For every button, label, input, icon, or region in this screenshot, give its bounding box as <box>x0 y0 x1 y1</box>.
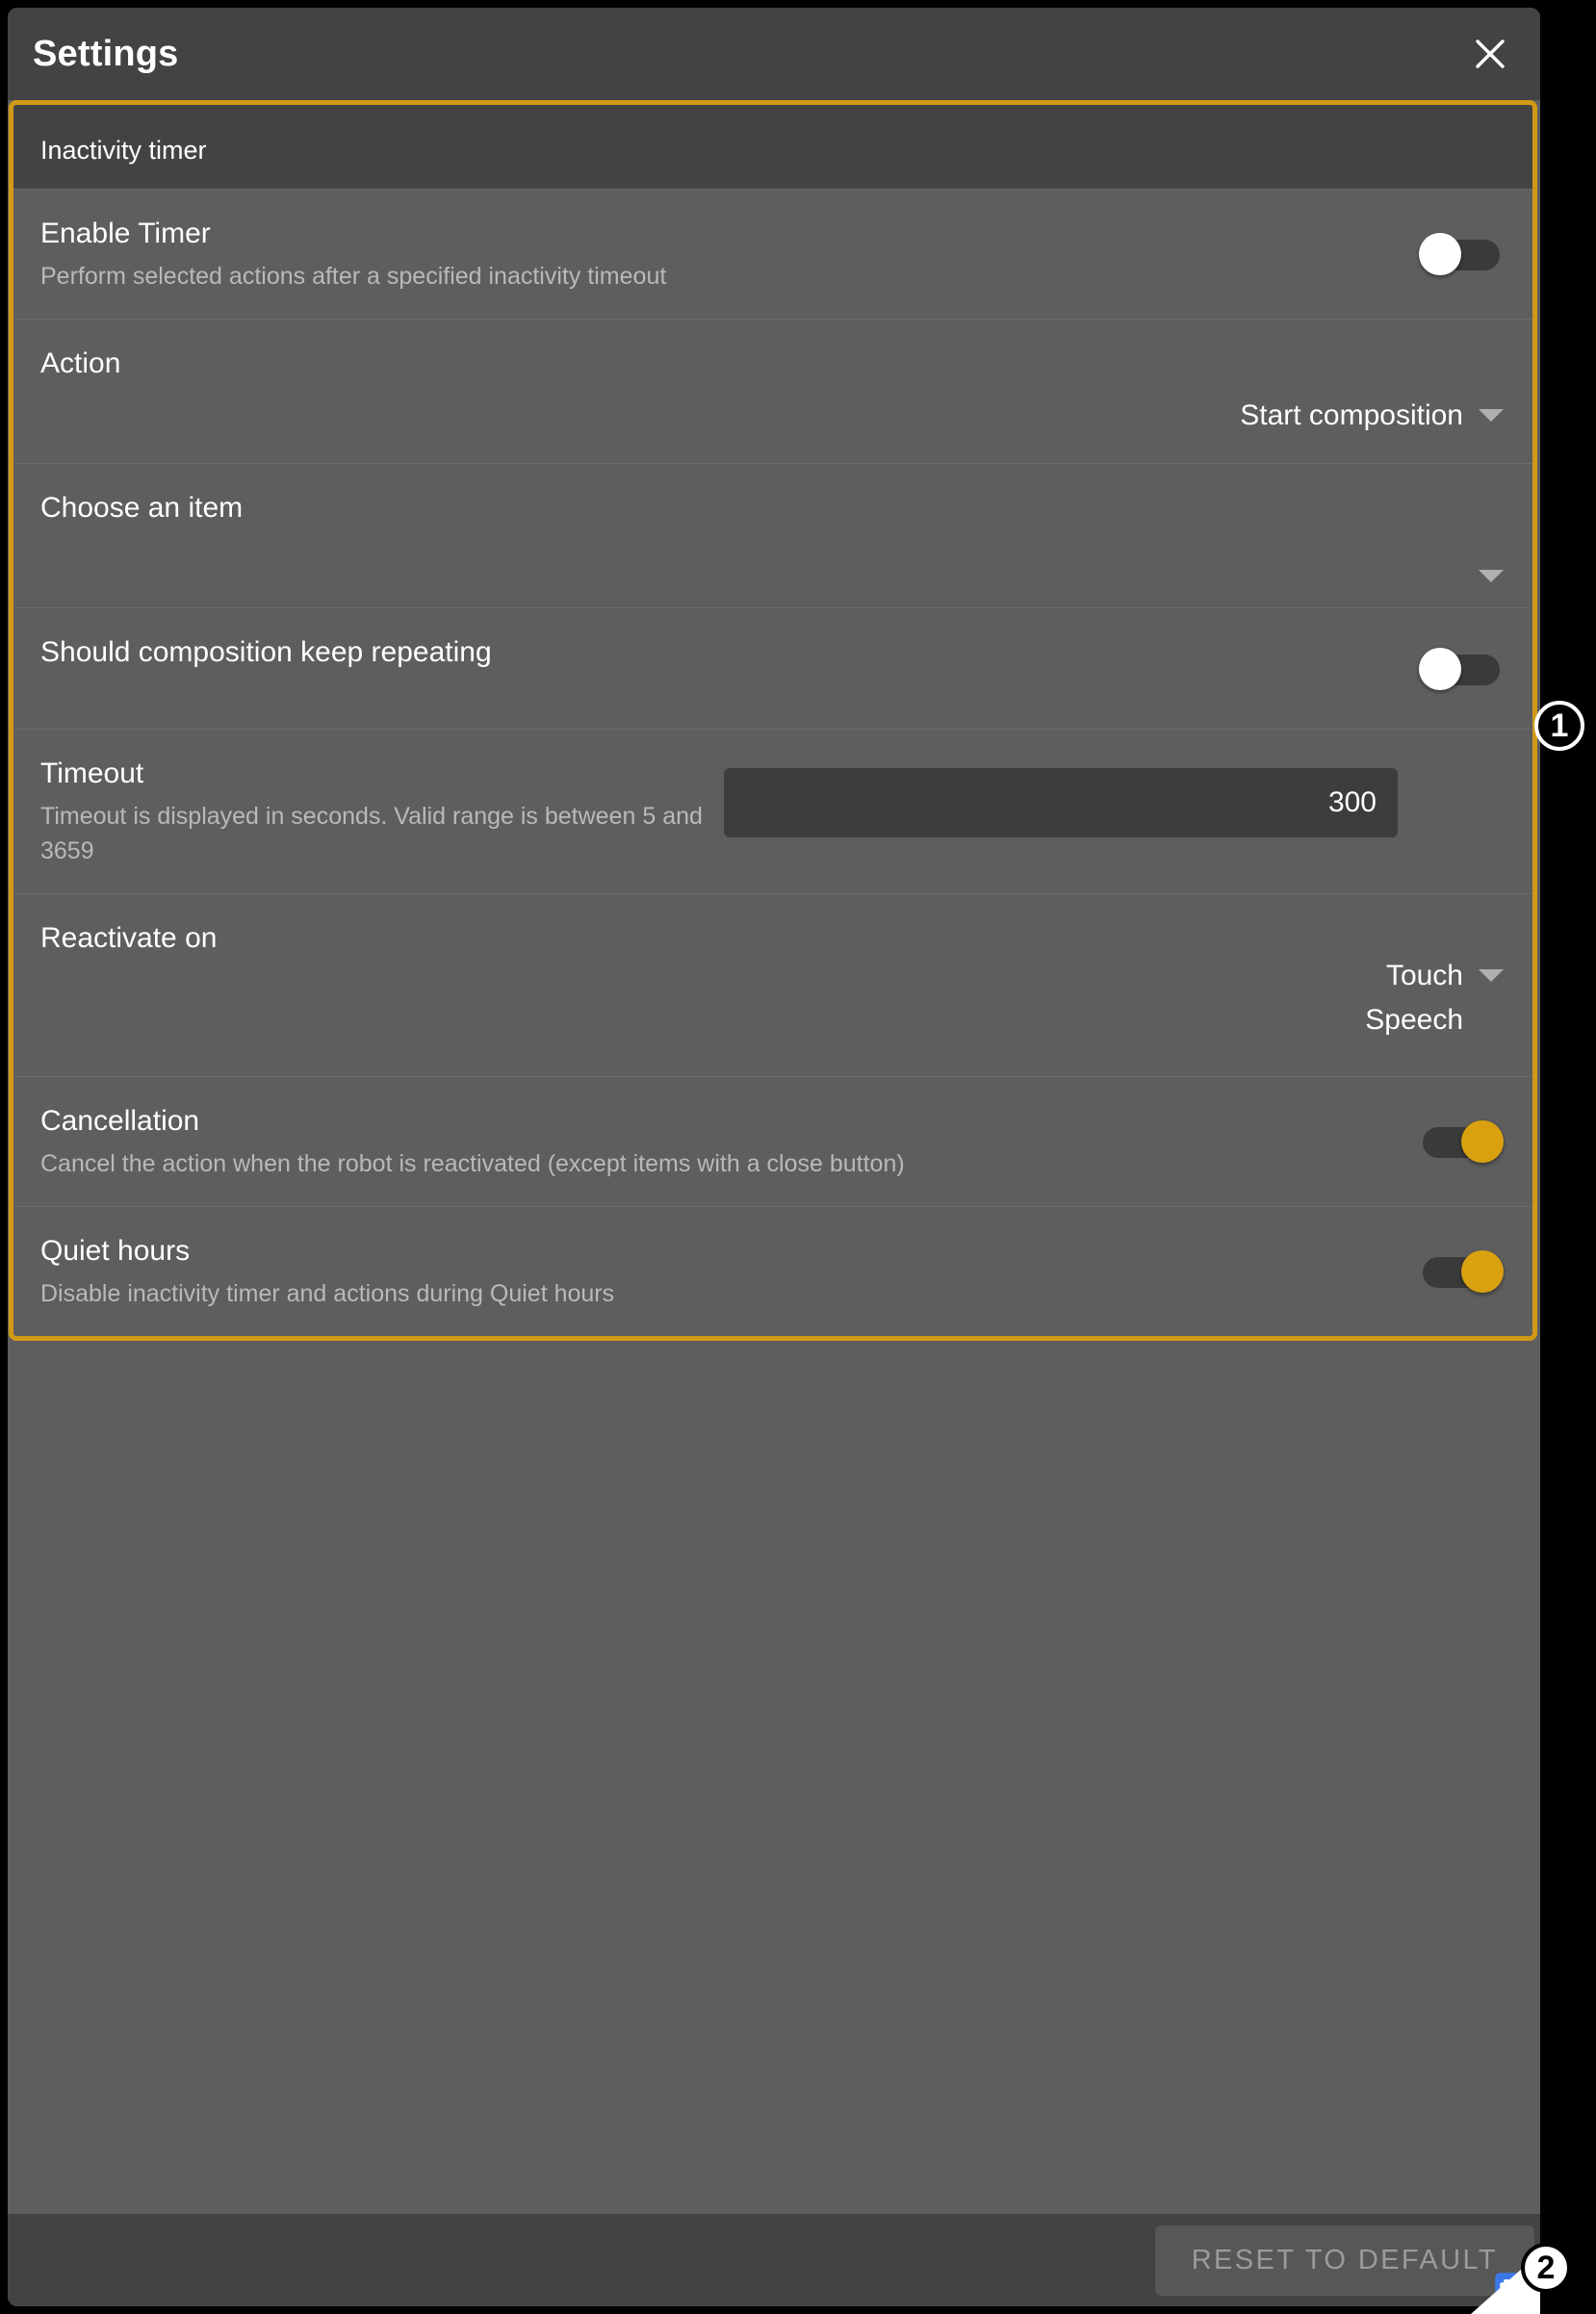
toggle-thumb <box>1461 1250 1504 1293</box>
row-control <box>1419 231 1504 277</box>
row-control: 300 <box>724 768 1398 837</box>
toggle-quiet-hours[interactable] <box>1419 1248 1504 1295</box>
setting-title: Action <box>40 347 121 379</box>
setting-subtitle: Disable inactivity timer and actions dur… <box>40 1280 615 1307</box>
row-texts: Quiet hours Disable inactivity timer and… <box>40 1232 1419 1311</box>
dialog-title-bar: Settings <box>8 8 1540 100</box>
setting-row-choose-an-item[interactable]: Choose an item <box>13 463 1532 607</box>
setting-subtitle: Timeout is displayed in seconds. Valid r… <box>40 803 703 864</box>
setting-row-should-composition-keep-repeating[interactable]: Should composition keep repeating <box>13 607 1532 729</box>
row-texts: Timeout Timeout is displayed in seconds.… <box>40 755 724 868</box>
setting-row-timeout[interactable]: Timeout Timeout is displayed in seconds.… <box>13 729 1532 893</box>
timeout-input[interactable]: 300 <box>724 768 1398 837</box>
dropdown-reactivate-on[interactable]: Touch Speech <box>1365 954 1504 1042</box>
dropdown-values: Touch Speech <box>1365 954 1463 1042</box>
settings-scroll-area[interactable]: Inactivity timer Enable Timer Perform se… <box>8 100 1540 2214</box>
row-control <box>1419 1248 1504 1295</box>
inactivity-timer-section: Inactivity timer Enable Timer Perform se… <box>9 100 1537 1341</box>
setting-title: Reactivate on <box>40 922 218 954</box>
chevron-down-icon <box>1479 409 1504 422</box>
close-icon[interactable] <box>1463 27 1517 81</box>
setting-row-reactivate-on[interactable]: Reactivate on Touch Speech <box>13 893 1532 1076</box>
annotation-marker-1: 1 <box>1534 701 1584 751</box>
setting-title: Cancellation <box>40 1105 200 1137</box>
chevron-down-icon <box>1479 570 1504 582</box>
dropdown-value-line-2: Speech <box>1365 1004 1463 1036</box>
setting-title: Enable Timer <box>40 218 211 249</box>
row-texts: Action <box>40 345 1240 383</box>
setting-title: Quiet hours <box>40 1235 191 1267</box>
toggle-cancellation[interactable] <box>1419 1118 1504 1165</box>
chevron-down-icon <box>1479 969 1504 982</box>
toggle-should-composition-keep-repeating[interactable] <box>1419 646 1504 692</box>
row-texts: Choose an item <box>40 489 1463 527</box>
setting-subtitle: Cancel the action when the robot is reac… <box>40 1150 905 1177</box>
settings-dialog: Settings Inactivity timer Enable Timer P… <box>8 8 1540 2306</box>
toggle-thumb <box>1419 647 1461 690</box>
toggle-thumb <box>1419 233 1461 275</box>
dropdown-choose-an-item[interactable] <box>1463 554 1504 582</box>
setting-title: Choose an item <box>40 492 244 524</box>
annotation-marker-2: 2 <box>1521 2243 1571 2293</box>
setting-row-action[interactable]: Action Start composition <box>13 319 1532 463</box>
page-title: Settings <box>33 33 179 74</box>
toggle-enable-timer[interactable] <box>1419 231 1504 277</box>
setting-title: Timeout <box>40 758 144 789</box>
row-texts: Enable Timer Perform selected actions af… <box>40 215 1419 294</box>
toggle-thumb <box>1461 1120 1504 1163</box>
section-header-inactivity-timer: Inactivity timer <box>13 105 1532 189</box>
row-control <box>1419 646 1504 692</box>
row-texts: Reactivate on <box>40 919 1365 958</box>
row-texts: Cancellation Cancel the action when the … <box>40 1102 1419 1181</box>
row-control <box>1463 554 1504 582</box>
dialog-footer: RESET TO DEFAULT <box>8 2214 1540 2306</box>
setting-subtitle: Perform selected actions after a specifi… <box>40 263 667 290</box>
dropdown-value: Start composition <box>1240 399 1463 431</box>
dropdown-action[interactable]: Start composition <box>1240 394 1504 438</box>
setting-row-quiet-hours[interactable]: Quiet hours Disable inactivity timer and… <box>13 1206 1532 1336</box>
row-control: Start composition <box>1240 394 1504 438</box>
setting-title: Should composition keep repeating <box>40 636 492 668</box>
setting-row-cancellation[interactable]: Cancellation Cancel the action when the … <box>13 1076 1532 1206</box>
row-control: Touch Speech <box>1365 954 1504 1042</box>
row-control <box>1419 1118 1504 1165</box>
row-texts: Should composition keep repeating <box>40 633 1419 672</box>
dropdown-value-line-1: Touch <box>1385 960 1463 991</box>
setting-row-enable-timer[interactable]: Enable Timer Perform selected actions af… <box>13 189 1532 319</box>
